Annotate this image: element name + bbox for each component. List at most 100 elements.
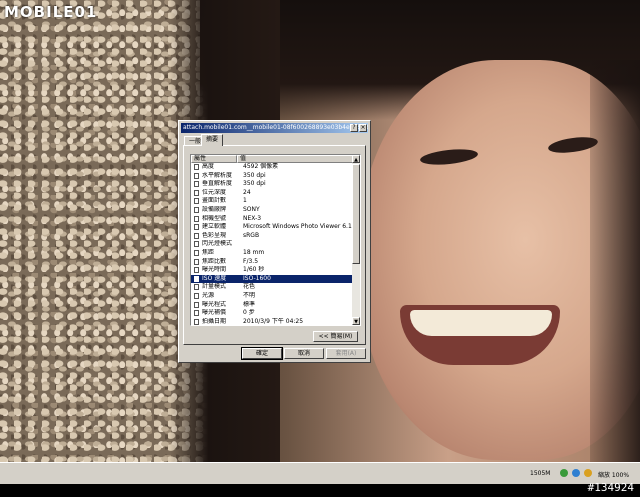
property-name: ISO 速度 [202, 274, 227, 282]
list-item[interactable]: 高度 4592 個像素 [191, 163, 360, 172]
help-button[interactable]: ? [350, 124, 358, 132]
property-name: 焦距比數 [202, 257, 227, 265]
property-value: ISO-1600 [243, 274, 271, 282]
property-name: 建立軟體 [202, 223, 227, 231]
property-value: 標準 [243, 300, 256, 308]
property-name: 曝光程式 [202, 300, 227, 308]
globe-icon[interactable] [572, 469, 580, 477]
property-value: 不明 [243, 291, 256, 299]
list-item[interactable]: 色彩呈現 sRGB [191, 232, 360, 241]
cancel-button[interactable]: 取消 [284, 348, 324, 359]
list-item[interactable]: 垂直解析度 350 dpi [191, 180, 360, 189]
tab-summary[interactable]: 摘要 [201, 134, 224, 146]
network-icon[interactable] [560, 469, 568, 477]
document-icon [194, 310, 199, 317]
list-item[interactable]: 焦距 18 mm [191, 249, 360, 258]
property-name: 位元深度 [202, 188, 227, 196]
list-header: 屬性 值 [191, 155, 360, 163]
document-icon [194, 241, 199, 248]
property-name: 曝光補償 [202, 309, 227, 317]
document-icon [194, 232, 199, 239]
list-item[interactable]: 建立軟體 Microsoft Windows Photo Viewer 6.1.7… [191, 223, 360, 232]
list-item[interactable]: 水平解析度 350 dpi [191, 172, 360, 181]
property-name: 計量模式 [202, 283, 227, 291]
property-value: 2010/3/9 下午 04:25 [243, 317, 304, 325]
dialog-title[interactable]: attach.mobile01.com__mobile01-08f6002688… [181, 123, 368, 133]
scrollbar[interactable]: ▲ ▼ [352, 155, 360, 325]
taskbar: 1505M 縮放 100% [0, 462, 640, 484]
document-icon [194, 181, 199, 188]
document-icon [194, 267, 199, 274]
document-icon [194, 198, 199, 205]
list-item[interactable]: 焦距比數 F/3.5 [191, 258, 360, 267]
property-name: 設備廠牌 [202, 205, 227, 213]
property-value: SONY [243, 205, 260, 213]
document-icon [194, 318, 199, 325]
scroll-down-icon[interactable]: ▼ [352, 317, 360, 325]
properties-dialog: attach.mobile01.com__mobile01-08f6002688… [178, 120, 371, 363]
list-item[interactable]: 曝光程式 標準 [191, 301, 360, 310]
document-icon [194, 301, 199, 308]
list-item[interactable]: 光源 不明 [191, 292, 360, 301]
list-item[interactable]: 設備廠牌 SONY [191, 206, 360, 215]
property-value: 花色 [243, 283, 256, 291]
list-item[interactable]: 拍攝日期 2010/3/9 下午 04:25 [191, 317, 360, 325]
list-item[interactable]: 計量模式 花色 [191, 283, 360, 292]
list-item[interactable]: 曝光補償 0 步 [191, 309, 360, 318]
document-icon [194, 275, 199, 282]
simple-view-button[interactable]: << 簡易(M) [313, 331, 358, 342]
list-rows: 高度 4592 個像素 水平解析度 350 dpi 垂直解析度 350 dpi 位元深度 24… [191, 163, 360, 325]
column-property[interactable]: 屬性 [191, 155, 237, 163]
list-item[interactable]: 位元深度 24 [191, 189, 360, 198]
document-icon [194, 284, 199, 291]
list-item[interactable]: 相機型號 NEX-3 [191, 215, 360, 224]
document-icon [194, 164, 199, 170]
document-icon [194, 189, 199, 196]
property-value [240, 240, 360, 249]
property-value: 1/60 秒 [243, 266, 265, 274]
document-icon [194, 249, 199, 256]
property-name: 閃光燈模式 [202, 240, 233, 248]
ok-button[interactable]: 確定 [241, 347, 283, 360]
document-icon [194, 224, 199, 231]
property-value: 1 [243, 197, 247, 205]
property-value: 0 步 [243, 309, 255, 317]
document-icon [194, 206, 199, 213]
property-name: 光源 [202, 291, 215, 299]
property-name: 焦距 [202, 248, 215, 256]
property-name: 色彩呈現 [202, 231, 227, 239]
properties-list: 屬性 值 高度 4592 個像素 水平解析度 350 dpi 垂直解析度 350 dpi 位… [190, 154, 361, 326]
document-icon [194, 292, 199, 299]
property-name: 高度 [202, 163, 215, 170]
property-name: 相機型號 [202, 214, 227, 222]
property-value: NEX-3 [243, 214, 262, 222]
property-name: 曝光時間 [202, 266, 227, 274]
property-name: 垂直解析度 [202, 180, 233, 188]
hair-right [590, 60, 640, 470]
apply-button[interactable]: 套用(A) [326, 348, 366, 359]
scroll-thumb[interactable] [352, 164, 360, 264]
list-item[interactable]: ISO 速度 ISO-1600 [191, 274, 360, 284]
watermark: #134924 [587, 481, 634, 494]
document-icon [194, 172, 199, 179]
property-name: 水平解析度 [202, 171, 233, 179]
property-value: Microsoft Windows Photo Viewer 6.1.76... [243, 223, 360, 231]
property-name: 拍攝日期 [202, 317, 227, 325]
teeth [410, 310, 552, 336]
property-value: 18 mm [243, 248, 265, 256]
list-item[interactable]: 曝光時間 1/60 秒 [191, 266, 360, 275]
document-icon [194, 215, 199, 222]
tray-memory: 1505M [530, 470, 551, 477]
column-value[interactable]: 值 [237, 155, 354, 163]
speaker-icon[interactable] [584, 469, 592, 477]
property-value: 24 [243, 188, 251, 196]
scroll-up-icon[interactable]: ▲ [352, 155, 360, 163]
document-icon [194, 258, 199, 265]
list-item[interactable]: 畫面計數 1 [191, 197, 360, 206]
site-logo: MOBILE01 [4, 3, 98, 21]
property-name: 畫面計數 [202, 197, 227, 205]
property-value: 4592 個像素 [243, 163, 279, 170]
property-value: 350 dpi [243, 171, 266, 179]
list-item[interactable]: 閃光燈模式 [191, 240, 360, 249]
close-button[interactable]: × [359, 124, 367, 132]
